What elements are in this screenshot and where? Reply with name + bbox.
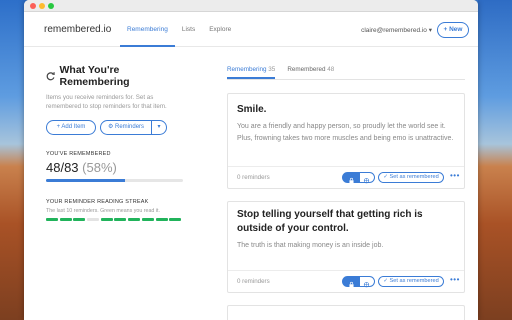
remembered-stat: 48/83 (58%) [46, 160, 186, 175]
streak-segment-read [128, 218, 141, 221]
tab-label: Remembering [227, 66, 267, 73]
streak-segment-read [141, 218, 154, 221]
lock-icon[interactable] [342, 172, 360, 184]
streak-segment-read [114, 218, 127, 221]
item-footer: 0 reminders ✓ Set as remembered ••• [228, 166, 464, 188]
progress-fill [46, 179, 126, 182]
reminders-dropdown-toggle[interactable]: ▾ [152, 120, 167, 135]
app-window: remembered.io Remembering Lists Explore … [24, 0, 478, 320]
desktop-wallpaper-right [478, 0, 512, 320]
close-window-button[interactable] [30, 3, 36, 9]
reminders-button[interactable]: ⚙ Reminders [100, 120, 152, 135]
main-nav: Remembering Lists Explore [120, 12, 238, 47]
reminder-count: 0 reminders [237, 278, 270, 285]
minimize-window-button[interactable] [39, 3, 45, 9]
set-as-remembered-button[interactable]: ✓ Set as remembered [378, 172, 444, 183]
remembered-progress-bar [46, 179, 183, 182]
streak-segment-read [59, 218, 72, 221]
refresh-icon [46, 72, 55, 81]
set-as-remembered-button[interactable]: ✓ Set as remembered [378, 276, 444, 287]
reminder-count: 0 reminders [237, 174, 270, 181]
maximize-window-button[interactable] [48, 3, 54, 9]
tab-label: Remembered [287, 66, 326, 73]
lock-icon[interactable] [342, 276, 360, 288]
tab-count: 48 [327, 66, 335, 73]
streak-bar [46, 218, 186, 221]
summary-panel: What You're Remembering Items you receiv… [46, 64, 186, 221]
streak-segment-read [155, 218, 168, 221]
item-card: Smile. You are a friendly and happy pers… [227, 93, 465, 189]
streak-segment-read [73, 218, 86, 221]
nav-explore[interactable]: Explore [202, 12, 238, 47]
streak-segment-read [46, 218, 58, 221]
remembered-percent: (58%) [82, 160, 117, 175]
more-options-icon[interactable]: ••• [450, 275, 460, 284]
item-body: The truth is that making money is an ins… [237, 242, 384, 249]
tab-count: 35 [268, 66, 276, 73]
item-title: Stop telling yourself that getting rich … [237, 209, 423, 234]
streak-description: The last 10 reminders. Green means you r… [46, 208, 160, 214]
items-tabs: Remembering 35 Remembered 48 [227, 60, 465, 80]
items-panel: Remembering 35 Remembered 48 Smile. You … [227, 60, 465, 320]
nav-lists[interactable]: Lists [175, 12, 202, 47]
app-header: remembered.io Remembering Lists Explore … [24, 12, 478, 47]
more-options-icon[interactable]: ••• [450, 171, 460, 180]
streak-segment-read [169, 218, 182, 221]
item-title: Smile. [237, 104, 267, 115]
globe-icon[interactable] [360, 276, 375, 288]
tab-remembering[interactable]: Remembering 35 [227, 60, 276, 79]
add-item-button[interactable]: + Add Item [46, 120, 96, 135]
remembered-label: YOU'VE REMEMBERED [46, 151, 111, 157]
brand-logo[interactable]: remembered.io [44, 24, 111, 35]
streak-label: YOUR REMINDER READING STREAK [46, 199, 149, 205]
window-titlebar [24, 0, 478, 12]
streak-segment-read [100, 218, 113, 221]
remembered-count: 48/83 [46, 160, 79, 175]
account-menu[interactable]: claire@remembered.io ▾ [361, 26, 432, 34]
new-button[interactable]: + New [437, 22, 469, 38]
streak-segment-unread [87, 218, 100, 221]
tab-remembered[interactable]: Remembered 48 [287, 60, 334, 79]
item-footer: 0 reminders ✓ Set as remembered ••• [228, 270, 464, 292]
item-card-partial [227, 305, 465, 320]
globe-icon[interactable] [360, 172, 375, 184]
item-body: You are a friendly and happy person, so … [237, 123, 454, 142]
nav-remembering[interactable]: Remembering [120, 12, 175, 47]
section-description: Items you receive reminders for. Set as … [46, 94, 167, 110]
section-heading: What You're Remembering [59, 64, 130, 88]
item-card: Stop telling yourself that getting rich … [227, 201, 465, 293]
